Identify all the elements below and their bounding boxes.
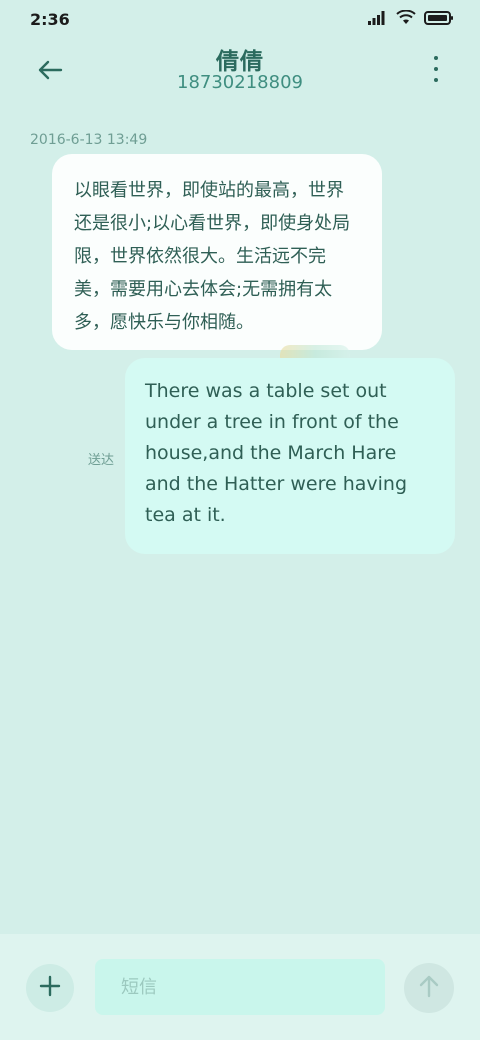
plus-icon xyxy=(39,975,61,1001)
arrow-up-icon xyxy=(418,974,440,1002)
message-timestamp: 2016-6-13 13:49 xyxy=(30,132,148,148)
add-attachment-button[interactable] xyxy=(26,964,74,1012)
status-time: 2:36 xyxy=(30,10,70,29)
message-input[interactable] xyxy=(95,959,385,1015)
more-vertical-icon xyxy=(434,56,438,60)
incoming-message-text: 以眼看世界，即使站的最高，世界还是很小;以心看世界，即使身处局限，世界依然很大。… xyxy=(74,180,351,333)
more-options-button[interactable] xyxy=(428,56,444,82)
send-button[interactable] xyxy=(404,963,454,1013)
status-bar: 2:36 xyxy=(0,0,480,42)
outgoing-message-text: There was a table set out under a tree i… xyxy=(145,380,408,526)
contact-name: 倩倩 xyxy=(216,49,264,75)
incoming-message-bubble[interactable]: 以眼看世界，即使站的最高，世界还是很小;以心看世界，即使身处局限，世界依然很大。… xyxy=(52,154,382,350)
status-icons xyxy=(368,9,454,29)
battery-icon xyxy=(424,10,454,29)
conversation-header: 倩倩 18730218809 xyxy=(0,42,480,102)
contact-phone-number: 18730218809 xyxy=(177,72,303,93)
outgoing-message-bubble[interactable]: There was a table set out under a tree i… xyxy=(125,358,455,554)
composer-bar xyxy=(0,934,480,1040)
wifi-icon xyxy=(396,9,416,29)
delivery-status: 送达 xyxy=(88,453,115,468)
signal-icon xyxy=(368,10,388,29)
